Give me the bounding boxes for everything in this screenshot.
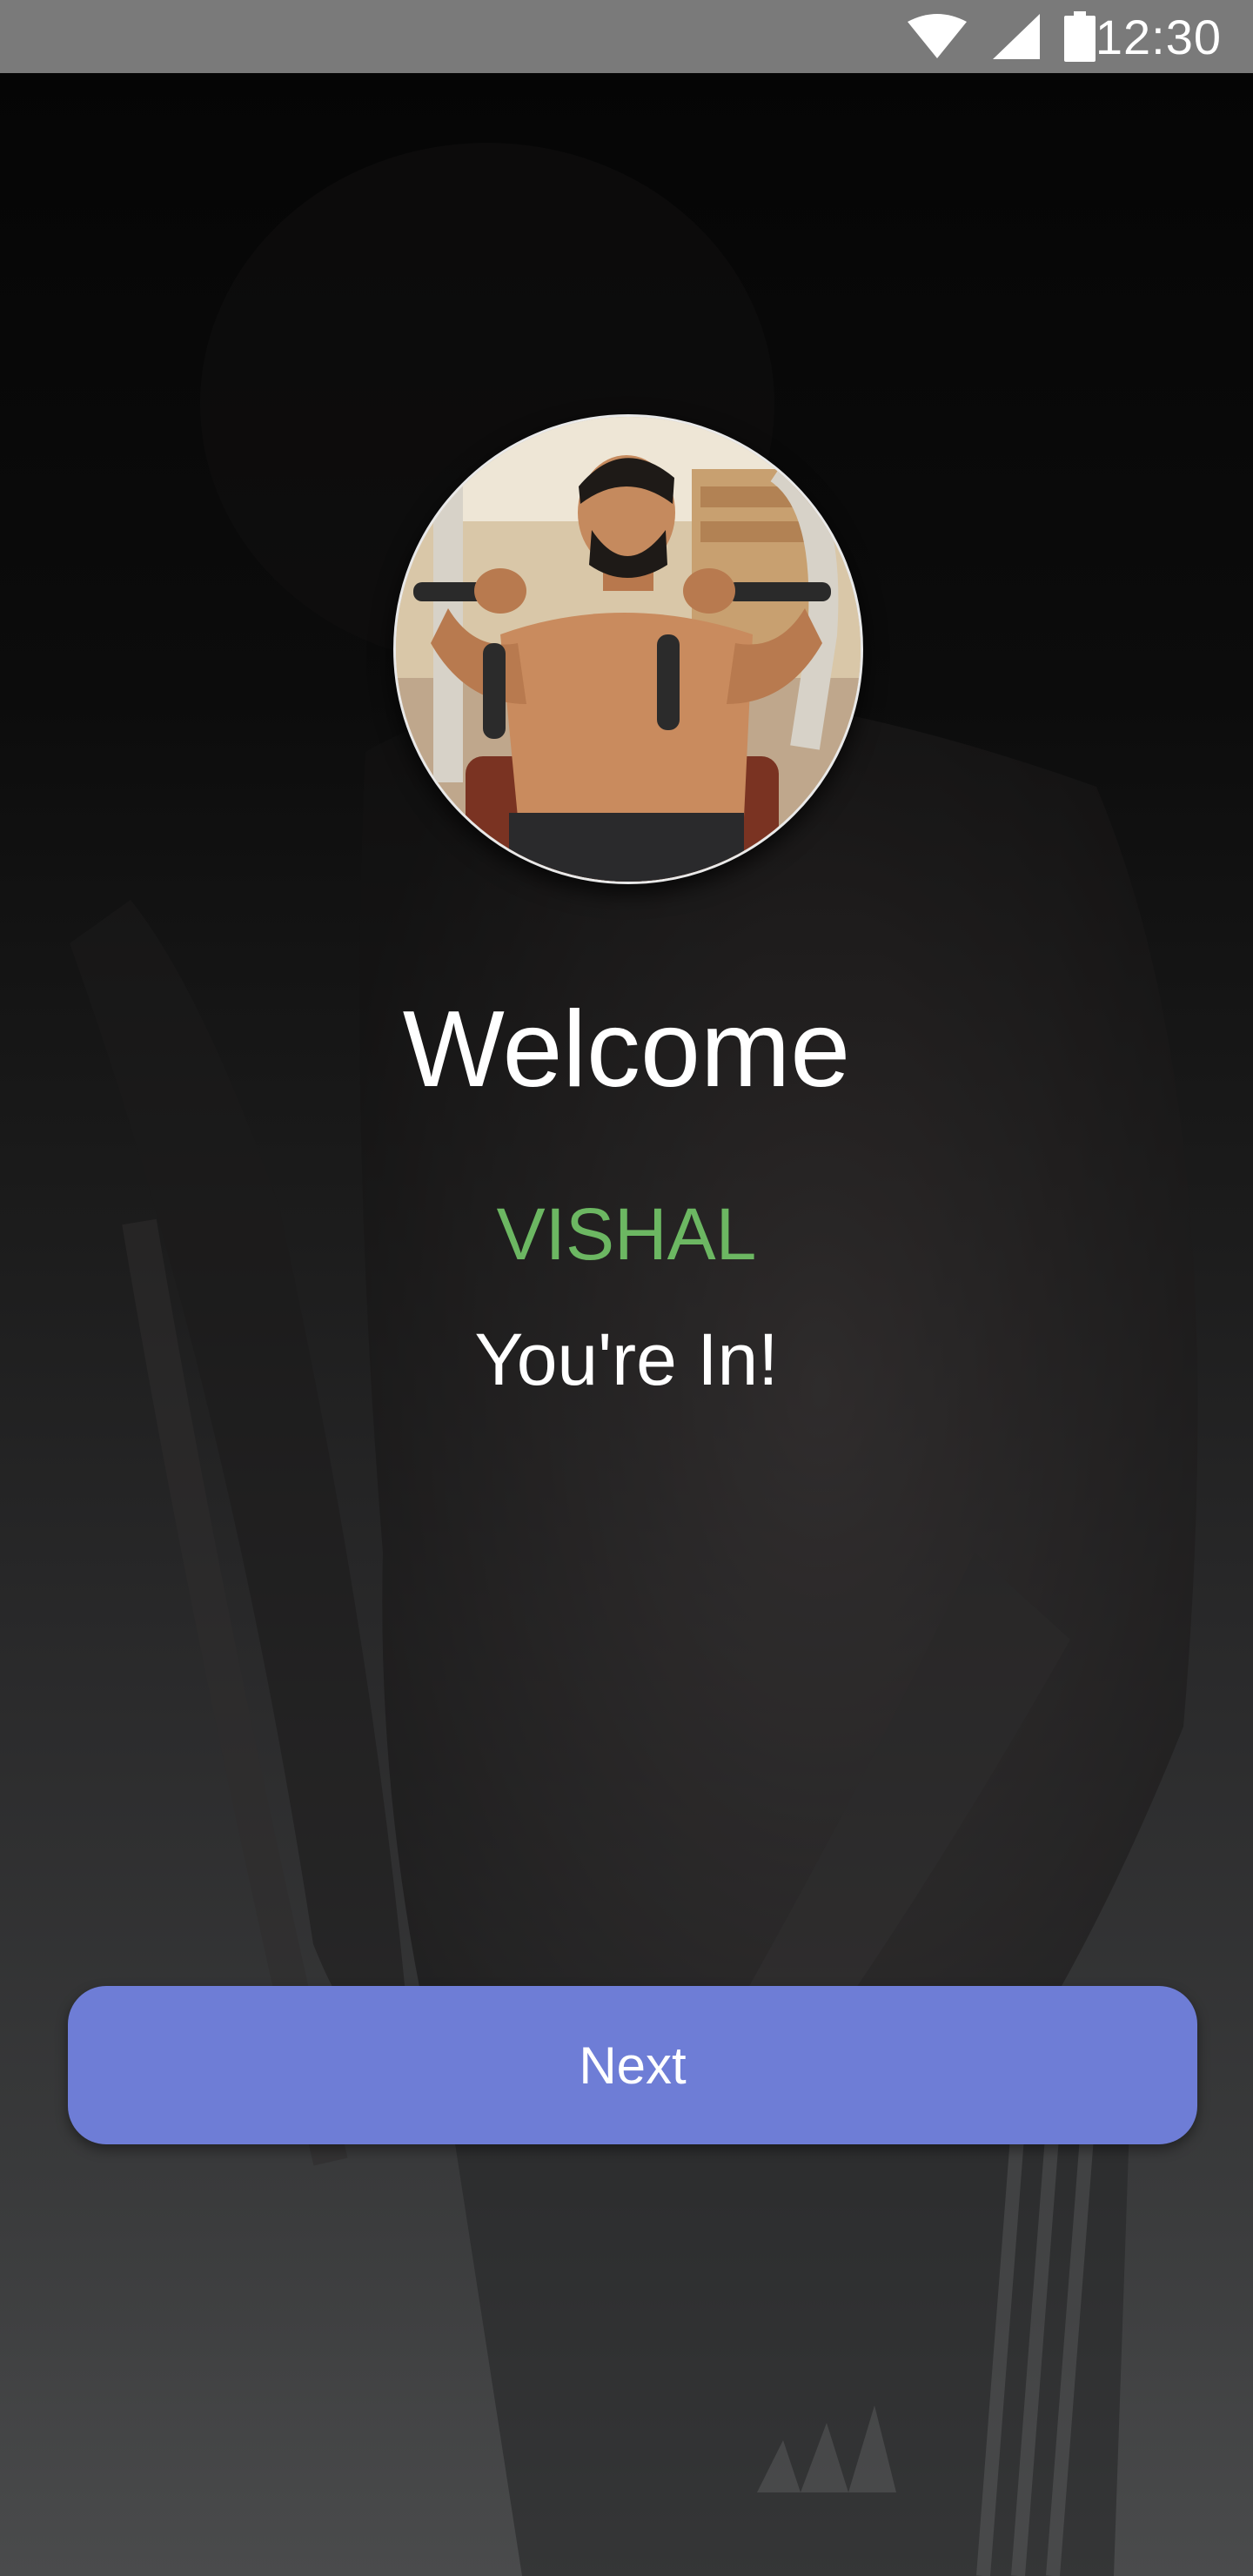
status-icons (906, 11, 1096, 62)
welcome-screen: Welcome VISHAL You're In! Next (0, 73, 1253, 2576)
status-time: 12:30 (1095, 9, 1222, 64)
cellular-signal-icon (991, 12, 1042, 61)
welcome-title: Welcome (402, 989, 851, 1110)
battery-icon (1063, 11, 1096, 62)
wifi-icon (906, 13, 968, 60)
avatar (393, 414, 863, 884)
user-name: VISHAL (496, 1193, 757, 1275)
login-confirmation-text: You're In! (474, 1318, 779, 1400)
next-button[interactable]: Next (68, 1986, 1197, 2144)
status-bar: 12:30 (0, 0, 1253, 73)
